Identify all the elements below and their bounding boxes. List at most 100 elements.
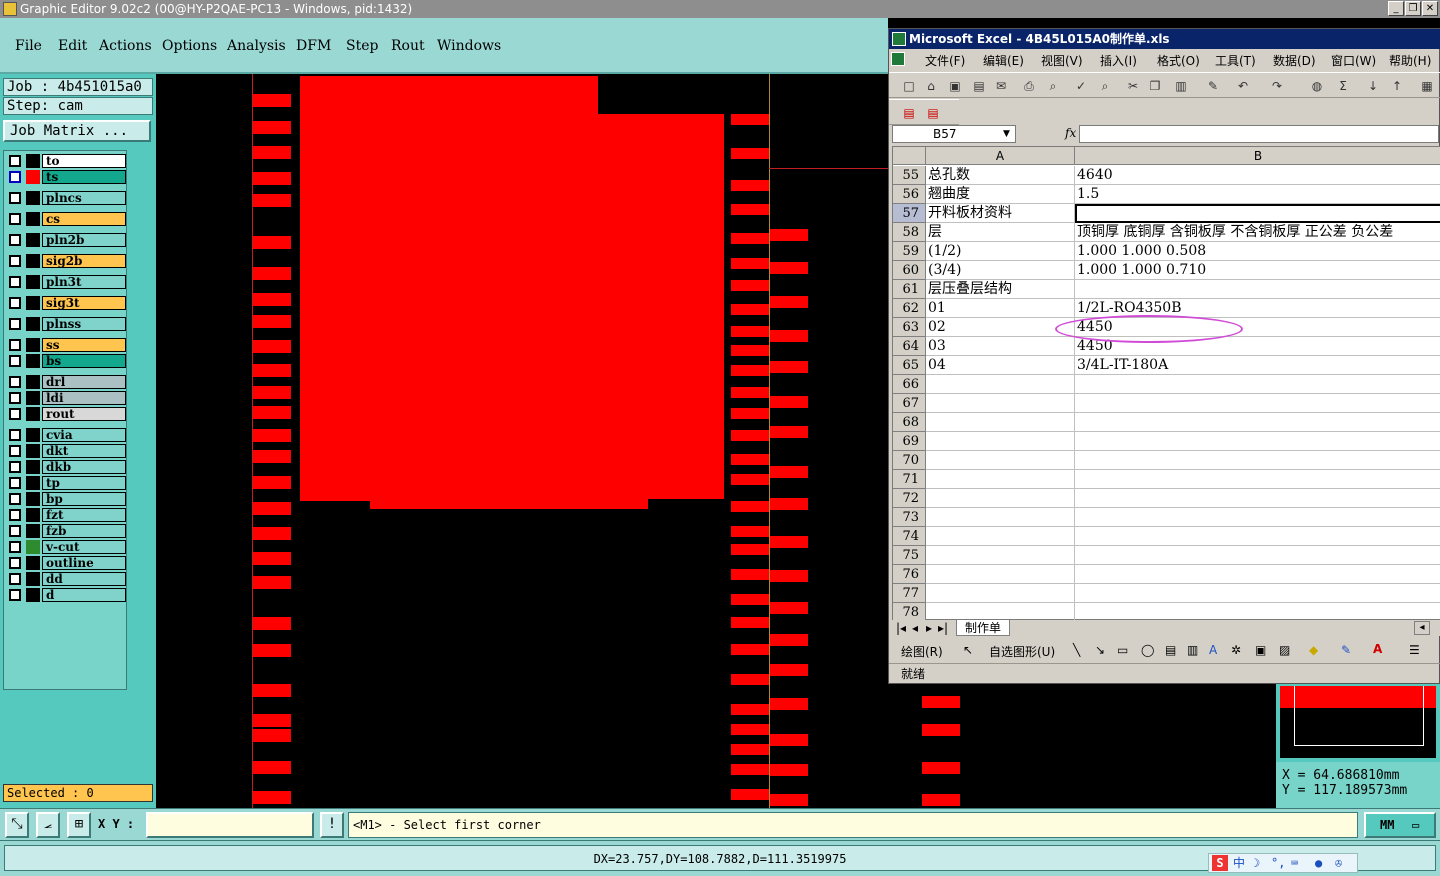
select-all-corner[interactable] <box>893 147 926 165</box>
cell-b[interactable] <box>1075 204 1440 223</box>
cell-b[interactable]: 3/4L-IT-180A <box>1075 356 1440 375</box>
layer-display-swatch[interactable] <box>26 524 40 538</box>
smd-pad[interactable] <box>731 617 769 628</box>
layer-checkbox[interactable] <box>9 392 21 404</box>
layer-name[interactable]: rout <box>42 407 126 421</box>
layer-checkbox[interactable] <box>9 355 21 367</box>
layer-row-rout[interactable]: rout <box>6 407 126 421</box>
smd-pad[interactable] <box>253 714 291 727</box>
layer-checkbox[interactable] <box>9 234 21 246</box>
select-objects-icon[interactable]: ↖ <box>963 643 973 657</box>
cell-b[interactable] <box>1075 527 1440 546</box>
layer-row-pln3t[interactable]: pln3t <box>6 275 126 289</box>
chart-wizard-icon[interactable]: ▦ <box>1419 78 1435 94</box>
measure-icon[interactable]: ⦟ <box>36 812 60 838</box>
layer-display-swatch[interactable] <box>26 588 40 602</box>
wrench-icon[interactable]: ✇ <box>1335 854 1342 872</box>
layer-row-ts[interactable]: ts <box>6 170 126 184</box>
smd-pad[interactable] <box>770 734 808 746</box>
smd-pad[interactable] <box>253 315 291 328</box>
undo-icon[interactable]: ↶ <box>1235 78 1251 94</box>
layer-row-cs[interactable]: cs <box>6 212 126 226</box>
layer-display-swatch[interactable] <box>26 233 40 247</box>
layer-row-plnss[interactable]: plnss <box>6 317 126 331</box>
layer-row-dkt[interactable]: dkt <box>6 444 126 458</box>
layer-row-v-cut[interactable]: v-cut <box>6 540 126 554</box>
autoshapes-menu[interactable]: 自选图形(U) <box>989 643 1055 660</box>
xy-input[interactable] <box>146 812 314 838</box>
cell-a[interactable] <box>926 489 1075 508</box>
smd-pad[interactable] <box>731 644 769 655</box>
cell-a[interactable]: 层压叠层结构 <box>926 280 1075 299</box>
smd-pad[interactable] <box>253 172 291 185</box>
row-header[interactable]: 60 <box>893 261 926 280</box>
smd-pad[interactable] <box>770 698 808 710</box>
column-header-b[interactable]: B <box>1075 147 1440 165</box>
moon-icon[interactable]: ☽ <box>1253 854 1260 872</box>
layer-checkbox[interactable] <box>9 213 21 225</box>
smd-pad[interactable] <box>253 267 291 280</box>
layer-row-dkb[interactable]: dkb <box>6 460 126 474</box>
cell-a[interactable]: 03 <box>926 337 1075 356</box>
row-header[interactable]: 62 <box>893 299 926 318</box>
rectangle-icon[interactable]: ▭ <box>1117 643 1128 657</box>
layer-checkbox[interactable] <box>9 255 21 267</box>
line-color-icon[interactable]: ✎ <box>1341 643 1351 657</box>
open-icon[interactable]: ⌂ <box>923 78 939 94</box>
xl-menu-window[interactable]: 窗口(W) <box>1331 52 1376 69</box>
cell-a[interactable] <box>926 546 1075 565</box>
xl-menu-help[interactable]: 帮助(H) <box>1389 52 1431 69</box>
layer-display-swatch[interactable] <box>26 540 40 554</box>
smd-pad[interactable] <box>770 536 808 548</box>
cell-b[interactable]: 1.000 1.000 0.508 <box>1075 242 1440 261</box>
punctuation-icon[interactable]: °, <box>1271 854 1285 872</box>
sort-ascending-icon[interactable]: ↓ <box>1365 78 1381 94</box>
excel-doc-icon[interactable] <box>891 52 905 66</box>
ime-toolbar[interactable]: S 中 ☽ °, ⌨ ● ✇ <box>1208 853 1358 873</box>
layer-name[interactable]: cvia <box>42 428 126 442</box>
layer-name[interactable]: ts <box>42 170 126 184</box>
diagram-icon[interactable]: ✲ <box>1231 643 1241 657</box>
smd-pad[interactable] <box>731 365 769 376</box>
cell-a[interactable] <box>926 413 1075 432</box>
smd-pad[interactable] <box>253 684 291 697</box>
smd-pad[interactable] <box>253 761 291 774</box>
layer-display-swatch[interactable] <box>26 212 40 226</box>
smd-pad[interactable] <box>731 345 769 356</box>
layer-row-drl[interactable]: drl <box>6 375 126 389</box>
cell-b[interactable] <box>1075 546 1440 565</box>
smd-pad[interactable] <box>731 501 769 512</box>
cell-b[interactable] <box>1075 584 1440 603</box>
ime-mode-icon[interactable]: 中 <box>1233 854 1245 872</box>
clipart-icon[interactable]: ▣ <box>1255 643 1266 657</box>
chevron-down-icon[interactable]: ▼ <box>1003 126 1010 142</box>
cell-b[interactable] <box>1075 394 1440 413</box>
copper-area-right[interactable] <box>598 114 724 499</box>
smd-pad[interactable] <box>253 527 291 540</box>
row-header[interactable]: 74 <box>893 527 926 546</box>
cell-a[interactable] <box>926 565 1075 584</box>
xl-menu-insert[interactable]: 插入(I) <box>1100 52 1137 69</box>
copy-icon[interactable]: ❐ <box>1147 78 1163 94</box>
minimap[interactable] <box>1276 684 1440 762</box>
smd-pad[interactable] <box>253 406 291 419</box>
fill-color-icon[interactable]: ◆ <box>1309 643 1318 657</box>
layer-name[interactable]: plncs <box>42 191 126 205</box>
layer-checkbox[interactable] <box>9 192 21 204</box>
paste-icon[interactable]: ▥ <box>1173 78 1189 94</box>
smd-pad[interactable] <box>731 148 769 159</box>
smd-pad[interactable] <box>731 594 769 605</box>
smd-pad[interactable] <box>731 569 769 580</box>
smd-pad[interactable] <box>731 724 769 735</box>
smd-pad[interactable] <box>253 340 291 353</box>
smd-pad[interactable] <box>731 430 769 441</box>
layer-checkbox[interactable] <box>9 297 21 309</box>
layer-display-swatch[interactable] <box>26 191 40 205</box>
layer-display-swatch[interactable] <box>26 407 40 421</box>
cell-a[interactable]: 02 <box>926 318 1075 337</box>
layer-checkbox[interactable] <box>9 477 21 489</box>
smd-pad[interactable] <box>731 526 769 537</box>
line-style-icon[interactable]: ☰ <box>1409 643 1420 657</box>
last-sheet-icon[interactable]: ▸| <box>938 620 948 636</box>
row-header[interactable]: 59 <box>893 242 926 261</box>
